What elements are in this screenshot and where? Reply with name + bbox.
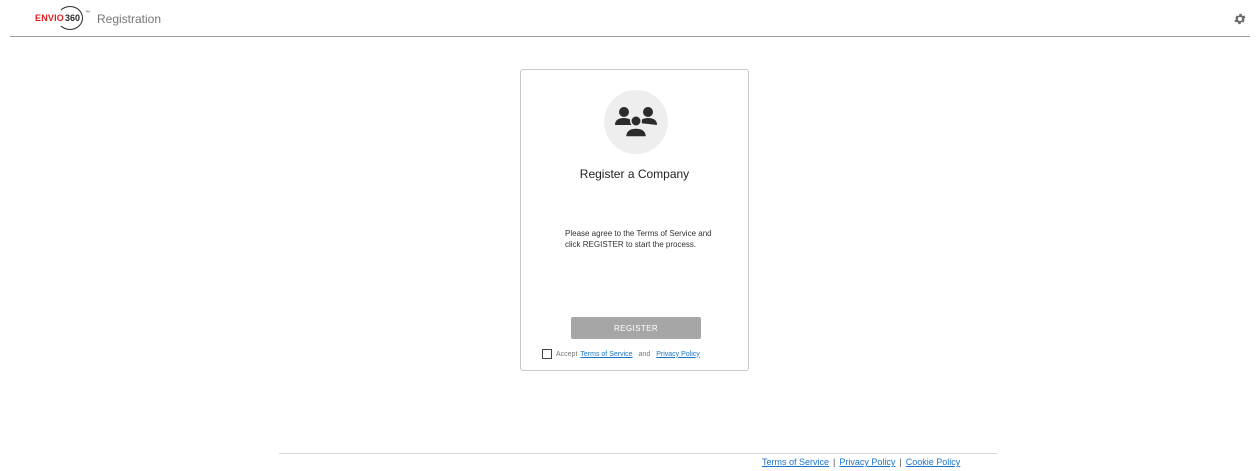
page-title: Registration — [97, 12, 162, 26]
footer-cookie-link[interactable]: Cookie Policy — [906, 457, 961, 467]
terms-of-service-link[interactable]: Terms of Service — [580, 351, 632, 358]
registration-page: ENVIO 360 ™ Registration Register a Comp… — [0, 0, 1258, 471]
gear-icon[interactable] — [1233, 12, 1247, 26]
register-company-card: Register a Company Please agree to the T… — [520, 69, 749, 371]
footer-separator: | — [899, 457, 902, 467]
logo-ring — [57, 6, 83, 30]
logo-trademark: ™ — [85, 10, 90, 16]
accept-terms-checkbox[interactable] — [542, 349, 552, 359]
footer-divider — [279, 453, 997, 454]
top-bar: ENVIO 360 ™ Registration — [10, 0, 1250, 37]
footer-privacy-link[interactable]: Privacy Policy — [839, 457, 895, 467]
footer-links: Terms of Service | Privacy Policy | Cookie P… — [762, 457, 960, 467]
group-users-icon — [604, 90, 668, 154]
register-button[interactable]: REGISTER — [571, 317, 701, 339]
privacy-policy-link[interactable]: Privacy Policy — [656, 351, 700, 358]
accept-terms-row: Accept Terms of Service and Privacy Poli… — [542, 348, 700, 360]
accept-and-text: and — [638, 350, 651, 358]
envio360-logo[interactable]: ENVIO 360 ™ — [35, 6, 90, 30]
footer-terms-link[interactable]: Terms of Service — [762, 457, 829, 467]
footer-separator: | — [833, 457, 836, 467]
accept-label: Accept — [556, 350, 578, 358]
card-title: Register a Company — [579, 167, 690, 181]
card-description: Please agree to the Terms of Service and… — [565, 229, 712, 249]
